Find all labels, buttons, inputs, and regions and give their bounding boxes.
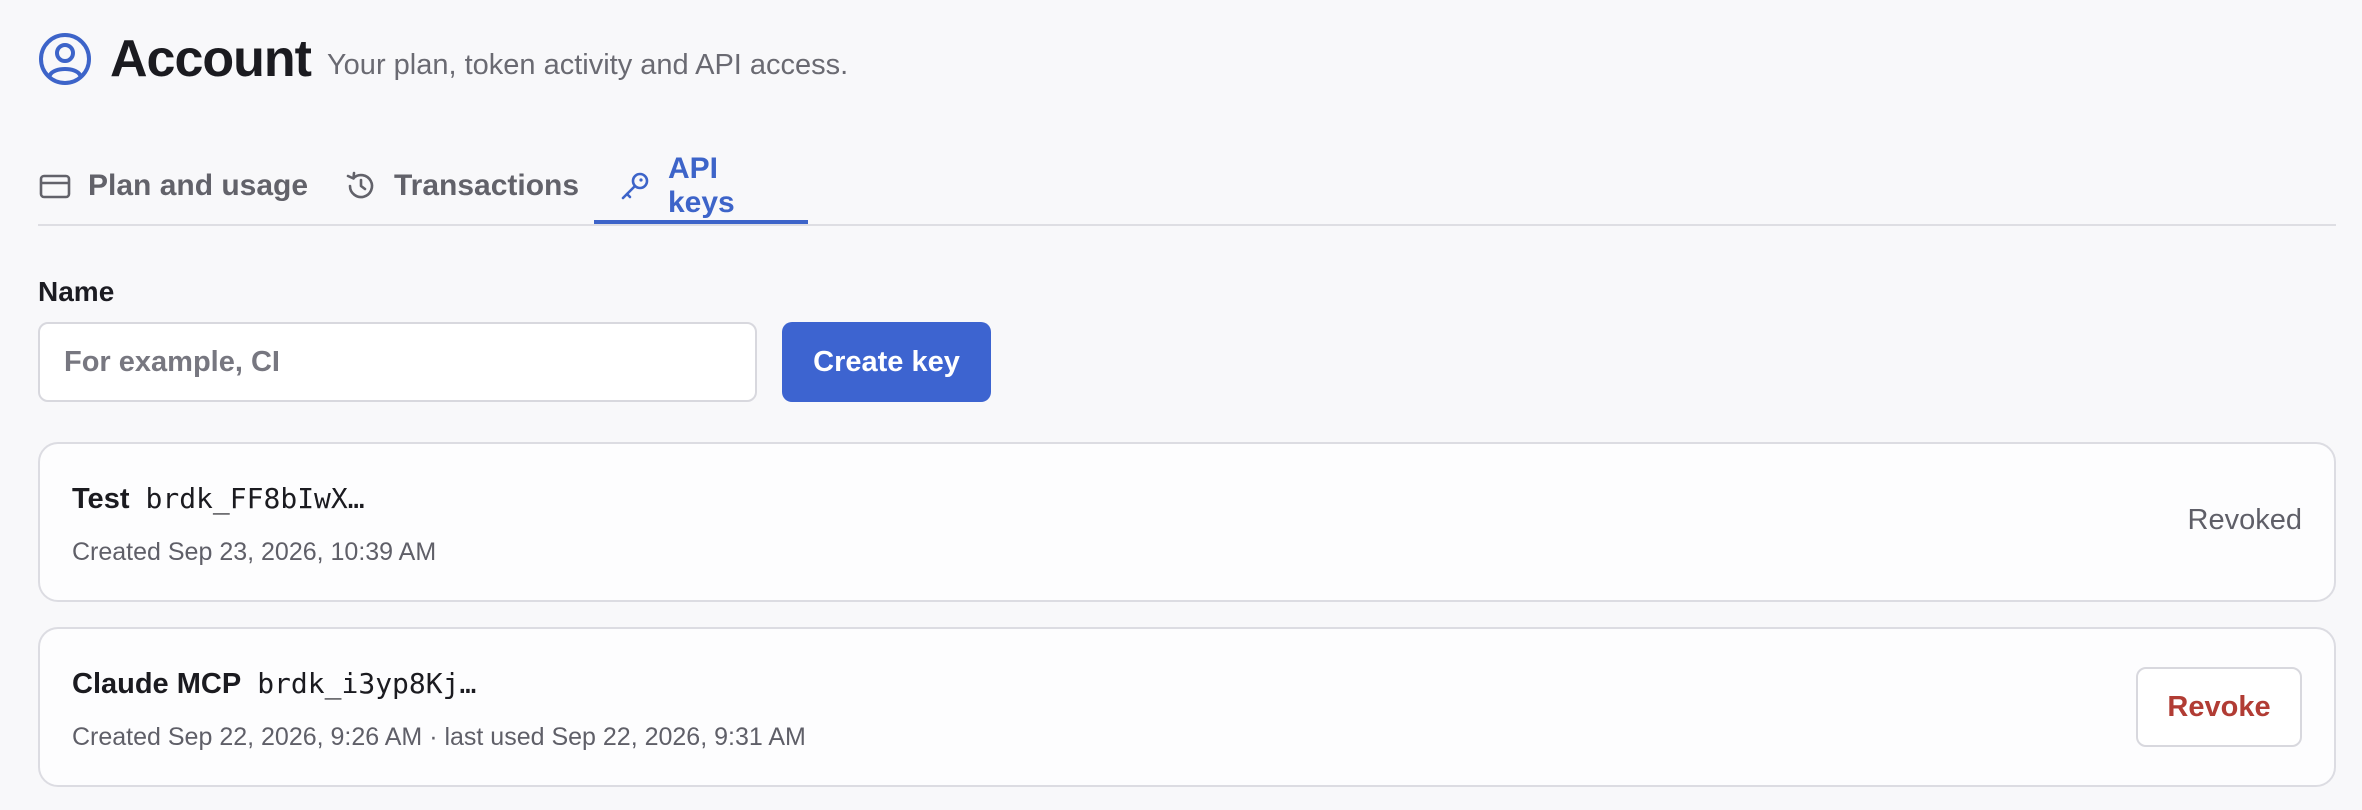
user-circle-icon: [38, 32, 92, 86]
key-token: brdk_i3yp8Kj…: [257, 667, 477, 700]
api-key-card: Test brdk_FF8bIwX… Created Sep 23, 2026,…: [38, 442, 2336, 602]
page-header: Account Your plan, token activity and AP…: [38, 30, 848, 88]
key-icon: [618, 169, 652, 203]
revoke-button[interactable]: Revoke: [2136, 667, 2302, 747]
key-name-input[interactable]: [38, 322, 757, 402]
key-token: brdk_FF8bIwX…: [145, 482, 365, 515]
tab-api-keys[interactable]: API keys: [594, 150, 808, 224]
tab-plan-and-usage[interactable]: Plan and usage: [38, 150, 340, 222]
tab-label: Transactions: [394, 169, 580, 202]
credit-card-icon: [38, 169, 72, 203]
tab-label: Plan and usage: [88, 169, 309, 202]
account-tabs: Plan and usage Transactions API keys: [38, 150, 2336, 226]
key-meta: Created Sep 22, 2026, 9:26 AM · last use…: [72, 723, 806, 751]
tab-transactions[interactable]: Transactions: [340, 150, 594, 222]
account-page: Account Your plan, token activity and AP…: [0, 0, 2362, 810]
key-meta: Created Sep 23, 2026, 10:39 AM: [72, 538, 437, 566]
create-key-button[interactable]: Create key: [782, 322, 991, 402]
key-title-line: Claude MCP brdk_i3yp8Kj…: [72, 667, 476, 701]
api-key-card: Claude MCP brdk_i3yp8Kj… Created Sep 22,…: [38, 627, 2336, 787]
revoked-status: Revoked: [2187, 504, 2302, 536]
page-subtitle: Your plan, token activity and API access…: [327, 49, 849, 81]
key-name: Claude MCP: [72, 668, 242, 700]
name-label: Name: [38, 276, 115, 307]
page-title: Account: [110, 30, 312, 88]
key-name: Test: [72, 483, 130, 515]
key-title-line: Test brdk_FF8bIwX…: [72, 482, 365, 516]
history-icon: [344, 169, 378, 203]
tab-label: API keys: [668, 152, 735, 219]
